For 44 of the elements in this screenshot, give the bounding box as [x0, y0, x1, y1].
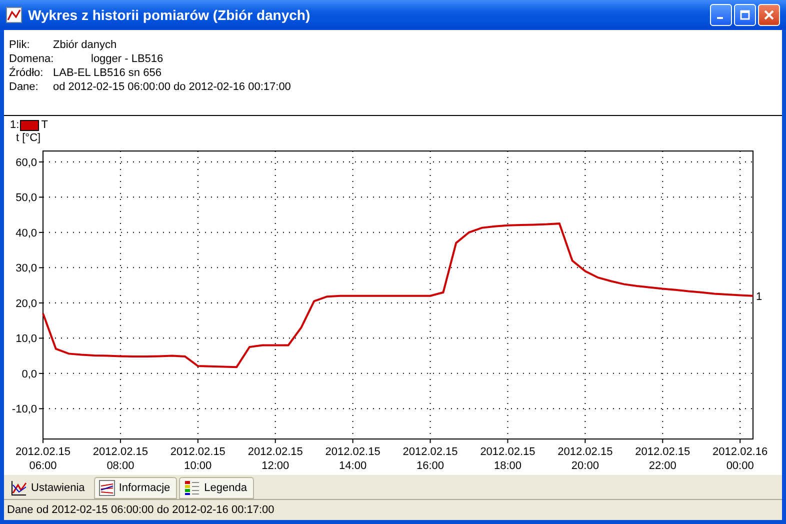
x-tick-label: 2012.02.15 22:00 — [635, 446, 690, 472]
x-tick-label: 2012.02.15 08:00 — [92, 446, 148, 472]
chart-icon — [6, 7, 22, 23]
info-label: Domena: — [9, 52, 53, 66]
minimize-button[interactable] — [710, 4, 732, 26]
y-tick-label: -10,0 — [12, 404, 37, 416]
close-icon — [764, 10, 774, 20]
x-tick-label: 2012.02.15 12:00 — [248, 446, 303, 472]
x-tick-label: 2012.02.15 16:00 — [402, 446, 458, 472]
legend-number: 1: — [10, 119, 20, 131]
x-tick-label: 2012.02.15 10:00 — [170, 446, 226, 472]
close-button[interactable] — [758, 4, 780, 26]
y-tick-label: 10,0 — [16, 333, 37, 346]
legend-icon — [184, 480, 200, 496]
x-tick-label: 2012.02.15 20:00 — [558, 446, 613, 472]
axis-label: t [°C] — [15, 131, 42, 145]
maximize-button[interactable] — [734, 4, 756, 26]
y-tick-label: 20,0 — [16, 298, 37, 310]
y-tick-label: 40,0 — [16, 227, 37, 240]
x-tick-label: 2012.02.15 06:00 — [15, 446, 71, 472]
legend-label: T — [41, 119, 48, 131]
info-label: Plik: — [9, 38, 31, 52]
y-tick-label: 60,0 — [16, 156, 37, 169]
info-value: od 2012-02-15 06:00:00 do 2012-02-16 00:17:00 — [53, 80, 291, 94]
info-label: Dane: — [9, 80, 40, 94]
x-tick-label: 2012.02.15 18:00 — [480, 446, 536, 472]
line-chart-icon — [11, 480, 27, 496]
maximize-icon — [740, 10, 750, 20]
y-tick-label: 50,0 — [16, 192, 37, 204]
status-bar: Dane od 2012-02-15 06:00:00 do 2012-02-16 00:17:00 — [4, 499, 782, 520]
minimize-icon — [717, 17, 723, 19]
x-tick-label: 2012.02.15 14:00 — [325, 446, 380, 472]
info-value: logger - LB516 — [91, 52, 164, 66]
info-value: Zbiór danych — [53, 38, 117, 52]
graph-icon — [98, 480, 115, 496]
x-tick-label: 2012.02.16 00:00 — [712, 446, 768, 472]
tab[interactable]: Informacje — [94, 477, 178, 499]
info-label: Źródło: — [9, 66, 44, 80]
info-value: LAB-EL LB516 sn 656 — [53, 66, 162, 80]
y-tick-label: 0,0 — [22, 368, 37, 380]
tab[interactable]: Legenda — [179, 477, 254, 499]
series-label: 1 — [756, 290, 762, 303]
y-tick-label: 30,0 — [16, 262, 37, 275]
window-title: Wykres z historii pomiarów (Zbiór danych) — [28, 7, 312, 23]
